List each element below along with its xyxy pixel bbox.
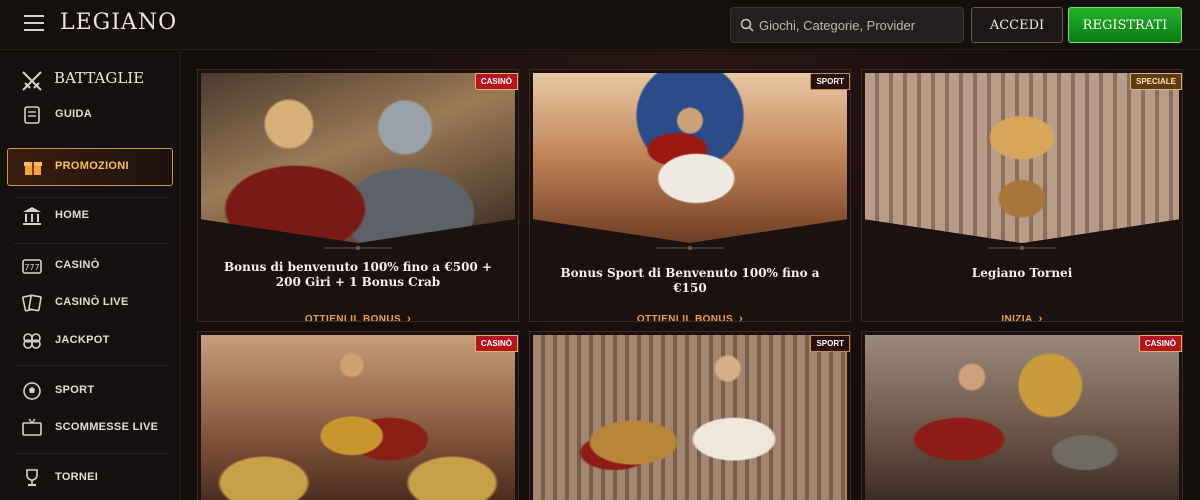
sidebar-item-label: PROMOZIONI [55, 160, 129, 172]
slot-machine-icon: 777 [22, 259, 42, 274]
promo-image [201, 335, 515, 500]
promo-image [533, 73, 847, 243]
ornament-divider [656, 246, 724, 250]
sidebar-item-casino-live[interactable]: CASINÒ LIVE [0, 285, 181, 321]
sidebar-item-scommesse-live[interactable]: SCOMMESSE LIVE [0, 410, 181, 446]
promo-card[interactable]: CASINÒ [861, 331, 1183, 500]
category-badge: CASINÒ [474, 335, 518, 352]
sidebar-item-label: JACKPOT [55, 334, 110, 346]
promo-image [533, 335, 847, 500]
menu-icon[interactable] [24, 15, 44, 31]
crossed-swords-icon [22, 71, 42, 91]
clover-icon [23, 333, 41, 349]
chevron-right-icon: › [1038, 313, 1043, 322]
chevron-right-icon: › [407, 313, 412, 322]
site-logo[interactable]: LEGIANO [60, 10, 177, 35]
sidebar-item-label: GUIDA [55, 108, 92, 120]
promo-card[interactable]: CASINÒ [197, 331, 519, 500]
login-button[interactable]: ACCEDI [971, 7, 1063, 43]
sidebar-item-label: SPORT [55, 384, 95, 396]
sidebar-heading: BATTAGLIE [54, 69, 145, 87]
scroll-icon [24, 106, 40, 124]
sidebar-item-jackpot[interactable]: JACKPOT [0, 323, 181, 359]
promo-image [865, 335, 1179, 500]
gift-icon [24, 162, 42, 175]
top-bar: LEGIANO ACCEDI REGISTRATI [0, 0, 1200, 50]
search-icon [740, 18, 754, 32]
live-tv-icon [22, 418, 42, 436]
divider [14, 453, 168, 454]
sidebar-item-home[interactable]: HOME [0, 198, 181, 234]
sidebar-item-guida[interactable]: GUIDA [0, 97, 181, 133]
sidebar-item-promozioni[interactable]: PROMOZIONI [7, 148, 173, 186]
claim-bonus-link[interactable]: OTTIENI IL BONUS › [530, 313, 850, 322]
divider [14, 243, 168, 244]
cta-label: INIZIA [1001, 314, 1033, 322]
promo-title: Legiano Tornei [971, 266, 1073, 280]
category-badge: SPECIALE [1129, 73, 1182, 90]
promo-title: Bonus di benvenuto 100% fino a €500 + 20… [223, 260, 493, 289]
sidebar: BATTAGLIE GUIDA PROMOZIONI HOME 777 CASI… [0, 51, 181, 500]
soccer-ball-icon [23, 382, 41, 400]
sidebar-item-casino[interactable]: 777 CASINÒ [0, 248, 181, 284]
sidebar-item-sport[interactable]: SPORT [0, 373, 181, 409]
sidebar-battles[interactable]: BATTAGLIE [20, 69, 144, 98]
promo-image [201, 73, 515, 243]
sidebar-item-label: HOME [55, 209, 90, 221]
ornament-divider [988, 246, 1056, 250]
promo-image [865, 73, 1179, 243]
svg-text:777: 777 [24, 263, 39, 272]
sidebar-item-label: TORNEI [55, 471, 99, 483]
cta-label: OTTIENI IL BONUS [636, 314, 734, 322]
sidebar-item-label: SCOMMESSE LIVE [55, 421, 159, 433]
sidebar-item-label: CASINÒ LIVE [55, 296, 129, 308]
claim-bonus-link[interactable]: OTTIENI IL BONUS › [198, 313, 518, 322]
start-link[interactable]: INIZIA › [862, 313, 1182, 322]
promotions-grid: CASINÒ Bonus di benvenuto 100% fino a €5… [182, 51, 1200, 500]
promo-card-welcome-casino[interactable]: CASINÒ Bonus di benvenuto 100% fino a €5… [197, 69, 519, 322]
category-badge: SPORT [810, 73, 850, 90]
category-badge: SPORT [810, 335, 850, 352]
trophy-icon [26, 469, 38, 486]
promo-card-tournaments[interactable]: SPECIALE Legiano Tornei INIZIA › [861, 69, 1183, 322]
register-button[interactable]: REGISTRATI [1068, 7, 1182, 43]
category-badge: CASINÒ [474, 73, 518, 90]
search-input[interactable] [759, 8, 959, 42]
cards-icon [22, 294, 42, 312]
ornament-divider [324, 246, 392, 250]
sidebar-item-label: CASINÒ [55, 259, 100, 271]
sidebar-item-tornei[interactable]: TORNEI [0, 460, 181, 496]
divider [14, 365, 168, 366]
cta-label: OTTIENI IL BONUS [304, 314, 402, 322]
category-badge: CASINÒ [1138, 335, 1182, 352]
search-box[interactable] [730, 7, 964, 43]
promo-card-welcome-sport[interactable]: SPORT Bonus Sport di Benvenuto 100% fino… [529, 69, 851, 322]
temple-icon [23, 207, 41, 225]
promo-card[interactable]: SPORT [529, 331, 851, 500]
promo-title: Bonus Sport di Benvenuto 100% fino a €15… [560, 266, 820, 295]
chevron-right-icon: › [739, 313, 744, 322]
